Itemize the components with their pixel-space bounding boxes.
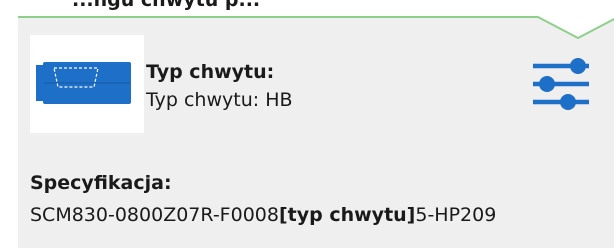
grip-type-label: Typ chwytu:: [146, 61, 275, 83]
sliders-icon: [533, 58, 589, 110]
grip-info-card: Typ chwytu: Typ chwytu: HB Specyfikacja:…: [18, 16, 614, 248]
grip-type-value: Typ chwytu: HB: [146, 89, 293, 111]
filter-settings-button[interactable]: [531, 56, 593, 110]
top-area: ...ngu chwytu p...: [0, 0, 614, 16]
section-title-partial: ...ngu chwytu p...: [72, 0, 261, 11]
shank-hb-icon: [36, 62, 131, 104]
card-notch-indicator: [536, 16, 614, 40]
spec-code-suffix: 5-HP209: [415, 204, 497, 226]
specification-label: Specyfikacja:: [30, 172, 172, 194]
grip-image: [30, 35, 144, 133]
spec-code-highlight: [typ chwytu]: [278, 204, 416, 226]
spec-code-prefix: SCM830-0800Z07R-F0008: [30, 204, 279, 226]
specification-code: SCM830-0800Z07R-F0008[typ chwytu]5-HP209: [30, 204, 496, 226]
